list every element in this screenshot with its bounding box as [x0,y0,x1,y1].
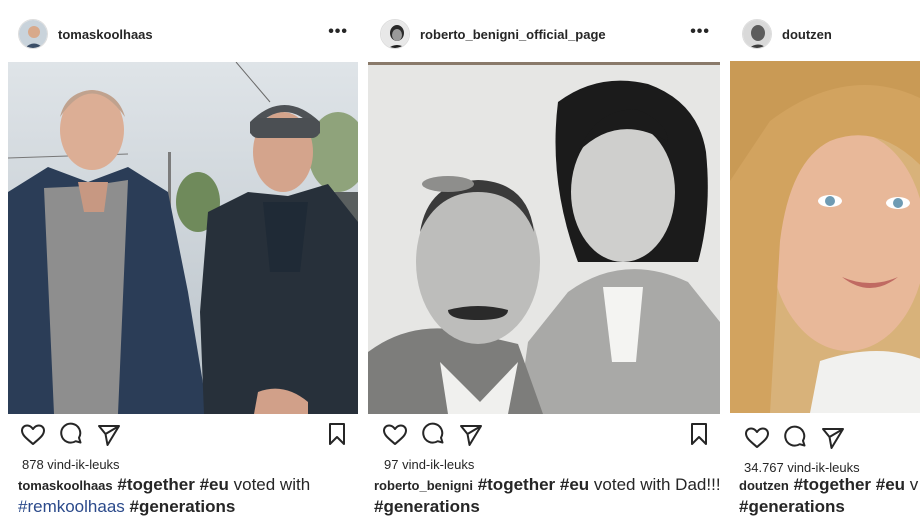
caption-username[interactable]: tomaskoolhaas [18,478,113,493]
post-username[interactable]: doutzen [782,27,832,42]
post-username[interactable]: tomaskoolhaas [58,27,153,42]
hashtag-together[interactable]: #together [478,475,555,494]
caption-username[interactable]: roberto_benigni [374,478,473,493]
hashtag-generations[interactable]: #generations [739,497,845,516]
avatar[interactable] [380,19,410,49]
paper-plane-icon[interactable] [820,425,846,451]
paper-plane-icon[interactable] [458,422,484,448]
comment-bubble-icon[interactable] [58,422,84,448]
avatar[interactable] [18,19,48,49]
post-card-1: tomaskoolhaas ••• 878 vind-ik-leuks toma… [0,0,362,518]
post-photo[interactable] [368,62,720,414]
hashtag-together[interactable]: #together [117,475,194,494]
post-header: doutzen [742,16,910,52]
more-options-icon[interactable]: ••• [690,24,710,40]
hashtag-remkoolhaas[interactable]: #remkoolhaas [18,497,125,516]
post-caption: tomaskoolhaas #together #eu voted with #… [18,474,360,517]
post-card-3: doutzen 34.767 vind-ik-leuks doutzen #to… [724,0,920,518]
comment-bubble-icon[interactable] [420,422,446,448]
caption-text: voted with [233,475,311,494]
heart-icon[interactable] [744,425,770,451]
avatar[interactable] [742,19,772,49]
hashtag-eu[interactable]: #eu [560,475,589,494]
hashtag-together[interactable]: #together [794,475,871,494]
like-count[interactable]: 878 vind-ik-leuks [22,457,120,472]
bookmark-icon[interactable] [326,421,348,447]
like-count[interactable]: 34.767 vind-ik-leuks [744,460,860,475]
hashtag-generations[interactable]: #generations [130,497,236,516]
hashtag-eu[interactable]: #eu [200,475,229,494]
heart-icon[interactable] [382,422,408,448]
bookmark-icon[interactable] [688,421,710,447]
caption-username[interactable]: doutzen [739,478,789,493]
more-options-icon[interactable]: ••• [328,24,348,40]
post-caption: doutzen #together #eu v #generations [739,474,918,517]
heart-icon[interactable] [20,422,46,448]
post-actions [744,424,906,452]
comment-bubble-icon[interactable] [782,425,808,451]
hashtag-eu[interactable]: #eu [876,475,905,494]
paper-plane-icon[interactable] [96,422,122,448]
post-header: tomaskoolhaas ••• [18,16,352,52]
post-actions [20,421,348,449]
post-username[interactable]: roberto_benigni_official_page [420,27,606,42]
caption-text: v [909,475,919,494]
post-card-2: roberto_benigni_official_page ••• 97 vin… [362,0,724,518]
like-count[interactable]: 97 vind-ik-leuks [384,457,474,472]
post-header: roberto_benigni_official_page ••• [380,16,714,52]
post-actions [382,421,710,449]
post-photo[interactable] [8,62,358,414]
post-caption: roberto_benigni #together #eu voted with… [374,474,722,517]
hashtag-generations[interactable]: #generations [374,497,480,516]
post-photo[interactable] [730,61,920,413]
caption-text: voted with Dad!!! [593,475,721,494]
